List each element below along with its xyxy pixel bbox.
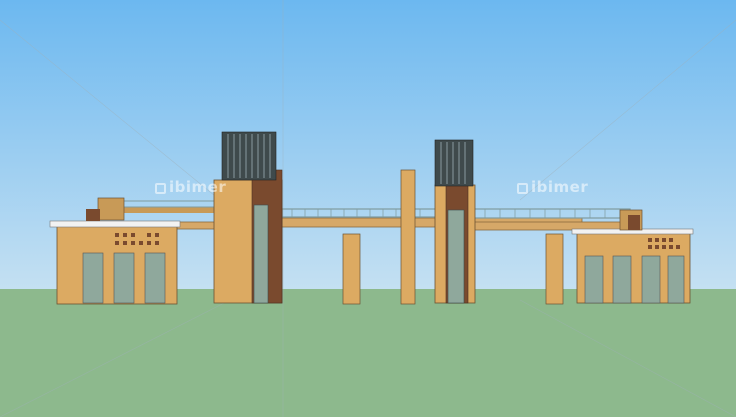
bimer-logo-icon — [517, 183, 528, 194]
watermark-right: ibimer — [517, 178, 588, 196]
bimer-logo-icon — [155, 183, 166, 194]
sketchup-viewport[interactable]: ibimer ibimer — [0, 0, 736, 417]
watermark-text: ibimer — [169, 178, 227, 196]
ground-plane — [0, 289, 736, 417]
right-tower[interactable] — [434, 139, 476, 304]
watermark-left: ibimer — [155, 178, 226, 196]
watermark-text: ibimer — [531, 178, 589, 196]
left-tower[interactable] — [213, 131, 283, 304]
building-scene[interactable] — [0, 0, 736, 417]
